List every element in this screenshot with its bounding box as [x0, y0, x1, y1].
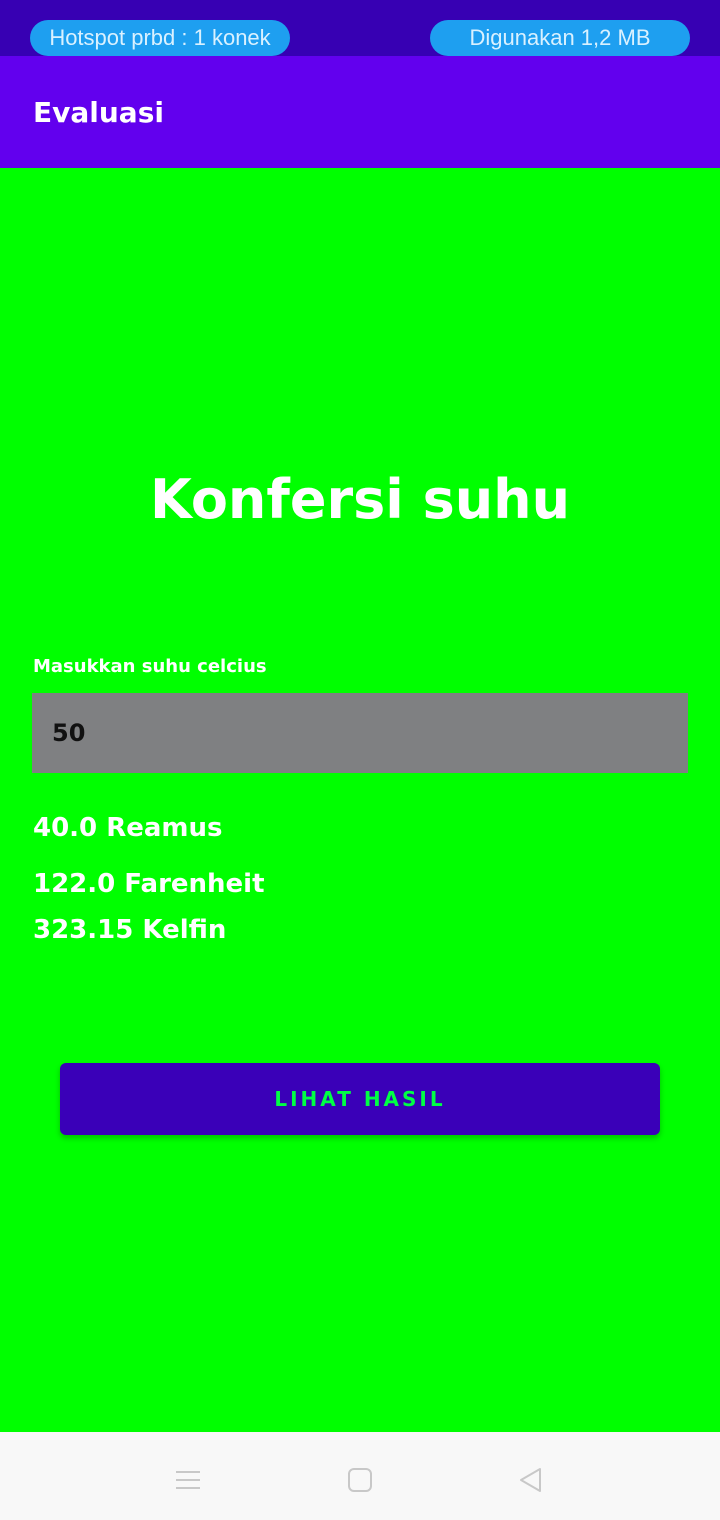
- status-bar: Hotspot prbd : 1 konek Digunakan 1,2 MB: [0, 0, 720, 56]
- data-usage-pill[interactable]: Digunakan 1,2 MB: [430, 20, 690, 56]
- menu-icon: [176, 1471, 200, 1489]
- back-nav-button[interactable]: [510, 1460, 550, 1500]
- back-triangle-icon: [520, 1468, 541, 1492]
- show-result-button[interactable]: LIHAT HASIL: [60, 1063, 660, 1135]
- menu-nav-button[interactable]: [168, 1460, 208, 1500]
- app-title: Evaluasi: [33, 96, 164, 129]
- home-square-icon: [348, 1468, 372, 1492]
- hotspot-status-pill[interactable]: Hotspot prbd : 1 konek: [30, 20, 290, 56]
- kelvin-result: 323.15 Kelfin: [33, 915, 227, 945]
- fahrenheit-result: 122.0 Farenheit: [33, 869, 265, 899]
- home-nav-button[interactable]: [340, 1460, 380, 1500]
- main-content: Konfersi suhu Masukkan suhu celcius 40.0…: [0, 168, 720, 1432]
- reamur-result: 40.0 Reamus: [33, 813, 223, 843]
- navigation-bar: [0, 1432, 720, 1520]
- celsius-input[interactable]: [32, 693, 688, 773]
- page-heading: Konfersi suhu: [149, 468, 571, 531]
- celsius-input-label: Masukkan suhu celcius: [33, 656, 267, 677]
- app-bar: Evaluasi: [0, 56, 720, 168]
